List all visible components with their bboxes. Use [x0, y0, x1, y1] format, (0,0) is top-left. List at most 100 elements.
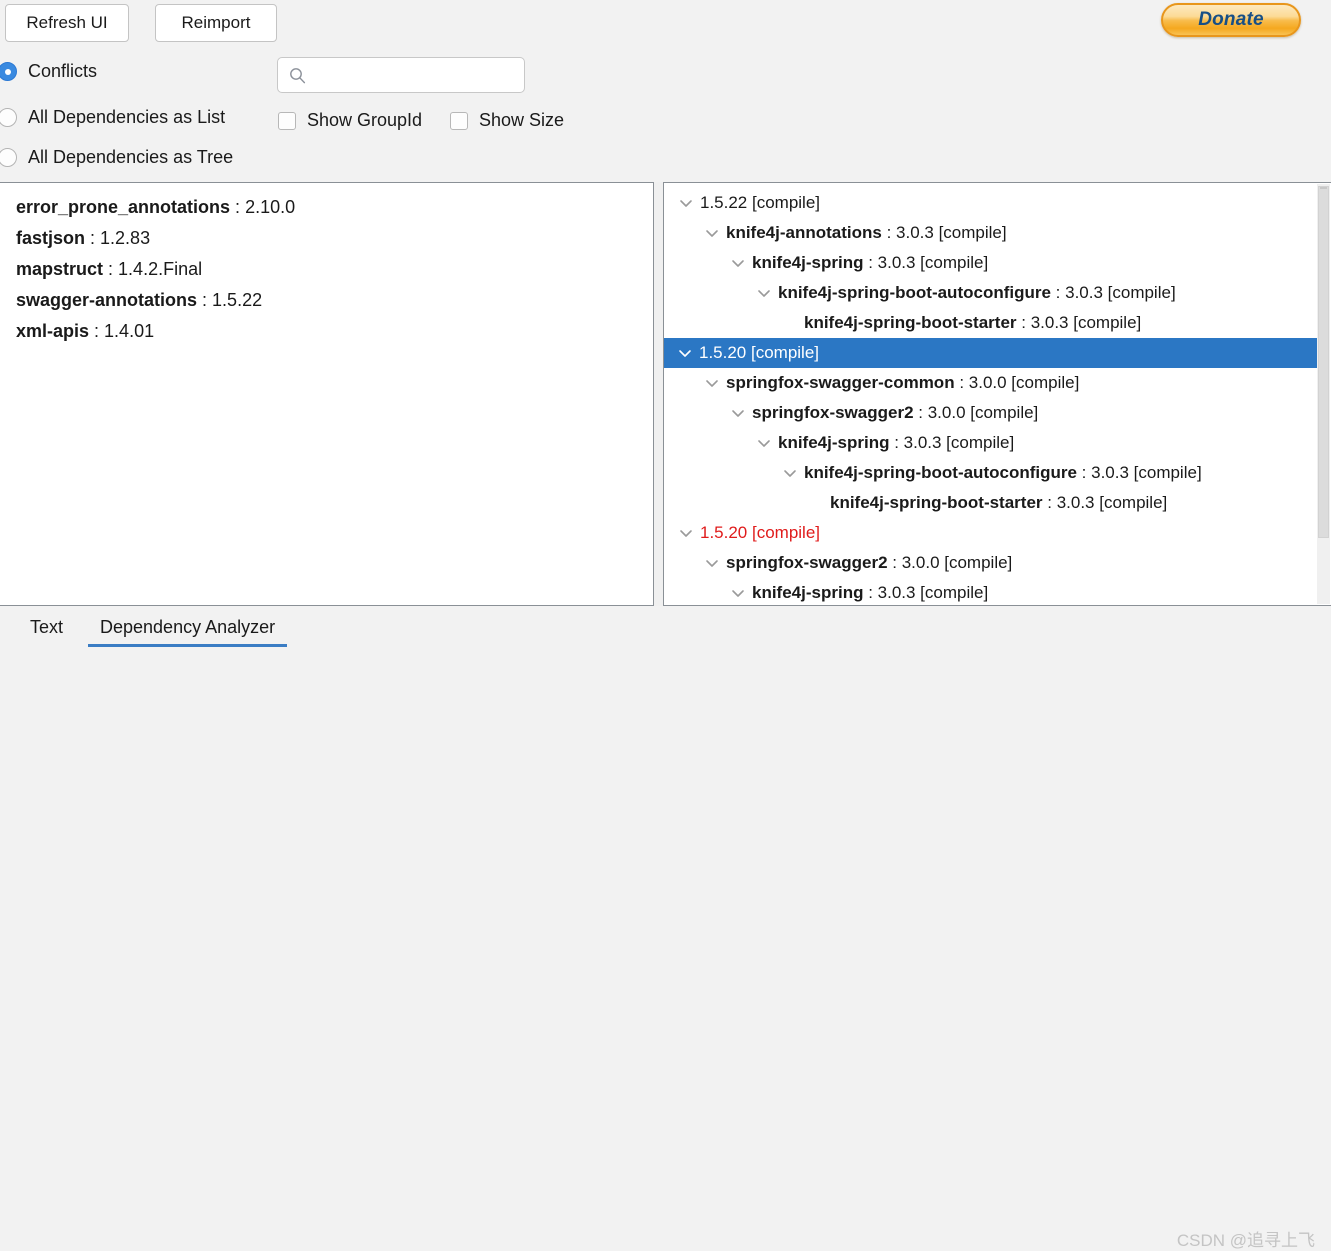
tree-node-version: 3.0.3 [compile] — [1031, 313, 1142, 332]
dependency-tree[interactable]: 1.5.22 [compile] knife4j-annotations : 3.… — [664, 183, 1317, 605]
tree-row[interactable]: knife4j-annotations : 3.0.3 [compile] — [664, 218, 1317, 248]
tab-dependency-analyzer[interactable]: Dependency Analyzer — [100, 609, 275, 650]
separator: : — [230, 197, 245, 217]
chevron-down-icon[interactable] — [756, 288, 772, 298]
tree-row[interactable]: 1.5.20 [compile] — [664, 338, 1317, 368]
tree-node-version: 3.0.3 [compile] — [1091, 463, 1202, 482]
donate-button[interactable]: Donate — [1161, 3, 1301, 37]
chevron-down-icon[interactable] — [756, 438, 772, 448]
dependency-version: 1.2.83 — [100, 228, 150, 248]
dependency-name: error_prone_annotations — [16, 197, 230, 217]
dependency-list-panel: error_prone_annotations : 2.10.0fastjson… — [0, 182, 654, 606]
radio-all-dependencies-as-list-label: All Dependencies as List — [28, 107, 225, 128]
tree-row[interactable]: knife4j-spring-boot-starter : 3.0.3 [com… — [664, 308, 1317, 338]
tree-row[interactable]: knife4j-spring : 3.0.3 [compile] — [664, 248, 1317, 278]
tree-node-name: springfox-swagger2 — [726, 553, 888, 572]
dependency-name: mapstruct — [16, 259, 103, 279]
tree-row[interactable]: knife4j-spring : 3.0.3 [compile] — [664, 428, 1317, 458]
search-box[interactable] — [277, 57, 525, 93]
checkbox-unchecked-icon — [450, 112, 468, 130]
chevron-down-icon[interactable] — [730, 588, 746, 598]
chevron-down-icon[interactable] — [730, 408, 746, 418]
tree-node-version: 3.0.3 [compile] — [878, 583, 989, 602]
tree-node-version: 3.0.3 [compile] — [896, 223, 1007, 242]
radio-conflicts-label: Conflicts — [28, 61, 97, 82]
dependency-analyzer-window: Refresh UI Reimport Donate Conflicts All… — [0, 0, 1331, 650]
bottom-tab-bar: Text Dependency Analyzer CSDN @追寻上飞 — [0, 609, 1331, 650]
refresh-ui-button[interactable]: Refresh UI — [5, 4, 129, 42]
watermark: CSDN @追寻上飞 — [1177, 1226, 1315, 1251]
tree-row[interactable]: springfox-swagger2 : 3.0.0 [compile] — [664, 548, 1317, 578]
radio-unselected-icon — [0, 108, 17, 127]
tree-node-version: 3.0.3 [compile] — [1065, 283, 1176, 302]
checkbox-show-size[interactable]: Show Size — [450, 110, 564, 131]
chevron-down-icon[interactable] — [704, 378, 720, 388]
tree-row[interactable]: 1.5.20 [compile] — [664, 518, 1317, 548]
dependency-name: swagger-annotations — [16, 290, 197, 310]
dependency-list[interactable]: error_prone_annotations : 2.10.0fastjson… — [0, 183, 653, 605]
separator: : — [89, 321, 104, 341]
list-item[interactable]: swagger-annotations : 1.5.22 — [16, 285, 653, 316]
tree-node-name: 1.5.20 [compile] — [699, 343, 819, 362]
tree-node-version: 3.0.3 [compile] — [878, 253, 989, 272]
tab-text[interactable]: Text — [30, 609, 63, 650]
tree-scrollbar-thumb[interactable] — [1318, 186, 1329, 538]
dependency-version: 1.4.01 — [104, 321, 154, 341]
tree-node-version: 3.0.0 [compile] — [902, 553, 1013, 572]
radio-all-dependencies-as-tree[interactable]: All Dependencies as Tree — [0, 147, 233, 168]
tree-node-name: springfox-swagger-common — [726, 373, 955, 392]
search-input[interactable] — [314, 58, 522, 94]
separator: : — [1017, 313, 1031, 332]
tree-row[interactable]: springfox-swagger-common : 3.0.0 [compil… — [664, 368, 1317, 398]
checkbox-unchecked-icon — [278, 112, 296, 130]
chevron-down-icon[interactable] — [704, 228, 720, 238]
list-item[interactable]: mapstruct : 1.4.2.Final — [16, 254, 653, 285]
pane-splitter[interactable] — [654, 182, 663, 606]
dependency-tree-panel: 1.5.22 [compile] knife4j-annotations : 3.… — [663, 182, 1331, 606]
tree-node-name: knife4j-spring — [752, 253, 863, 272]
separator: : — [955, 373, 969, 392]
radio-conflicts[interactable]: Conflicts — [0, 61, 97, 82]
tree-node-name: knife4j-spring-boot-autoconfigure — [804, 463, 1077, 482]
dependency-version: 2.10.0 — [245, 197, 295, 217]
radio-selected-icon — [0, 62, 17, 81]
tree-node-version: 3.0.0 [compile] — [928, 403, 1039, 422]
chevron-down-icon[interactable] — [782, 468, 798, 478]
tree-node-name: 1.5.22 [compile] — [700, 193, 820, 212]
tree-row[interactable]: knife4j-spring-boot-autoconfigure : 3.0.… — [664, 278, 1317, 308]
tree-row[interactable]: knife4j-spring-boot-autoconfigure : 3.0.… — [664, 458, 1317, 488]
tree-node-name: knife4j-spring-boot-starter — [804, 313, 1017, 332]
chevron-down-icon[interactable] — [704, 558, 720, 568]
radio-all-dependencies-as-tree-label: All Dependencies as Tree — [28, 147, 233, 168]
chevron-down-icon[interactable] — [730, 258, 746, 268]
dependency-name: fastjson — [16, 228, 85, 248]
separator: : — [85, 228, 100, 248]
chevron-down-icon[interactable] — [678, 528, 694, 538]
radio-all-dependencies-as-list[interactable]: All Dependencies as List — [0, 107, 225, 128]
tree-row[interactable]: knife4j-spring-boot-starter : 3.0.3 [com… — [664, 488, 1317, 518]
dependency-version: 1.4.2.Final — [118, 259, 202, 279]
tree-row[interactable]: 1.5.22 [compile] — [664, 188, 1317, 218]
list-item[interactable]: xml-apis : 1.4.01 — [16, 316, 653, 347]
reimport-button[interactable]: Reimport — [155, 4, 277, 42]
separator: : — [1051, 283, 1065, 302]
list-item[interactable]: fastjson : 1.2.83 — [16, 223, 653, 254]
tree-node-version: 3.0.3 [compile] — [1057, 493, 1168, 512]
tree-node-name: knife4j-spring-boot-starter — [830, 493, 1043, 512]
separator: : — [1043, 493, 1057, 512]
checkbox-show-groupid[interactable]: Show GroupId — [278, 110, 422, 131]
tree-vertical-scrollbar[interactable] — [1317, 184, 1330, 604]
separator: : — [889, 433, 903, 452]
checkbox-show-groupid-label: Show GroupId — [307, 110, 422, 131]
tree-node-name: knife4j-annotations — [726, 223, 882, 242]
tree-row[interactable]: knife4j-spring : 3.0.3 [compile] — [664, 578, 1317, 605]
separator: : — [103, 259, 118, 279]
tree-row[interactable]: springfox-swagger2 : 3.0.0 [compile] — [664, 398, 1317, 428]
chevron-down-icon[interactable] — [678, 198, 694, 208]
tree-node-name: springfox-swagger2 — [752, 403, 914, 422]
separator: : — [1077, 463, 1091, 482]
list-item[interactable]: error_prone_annotations : 2.10.0 — [16, 192, 653, 223]
separator: : — [863, 253, 877, 272]
chevron-down-icon[interactable] — [677, 348, 693, 358]
separator: : — [888, 553, 902, 572]
